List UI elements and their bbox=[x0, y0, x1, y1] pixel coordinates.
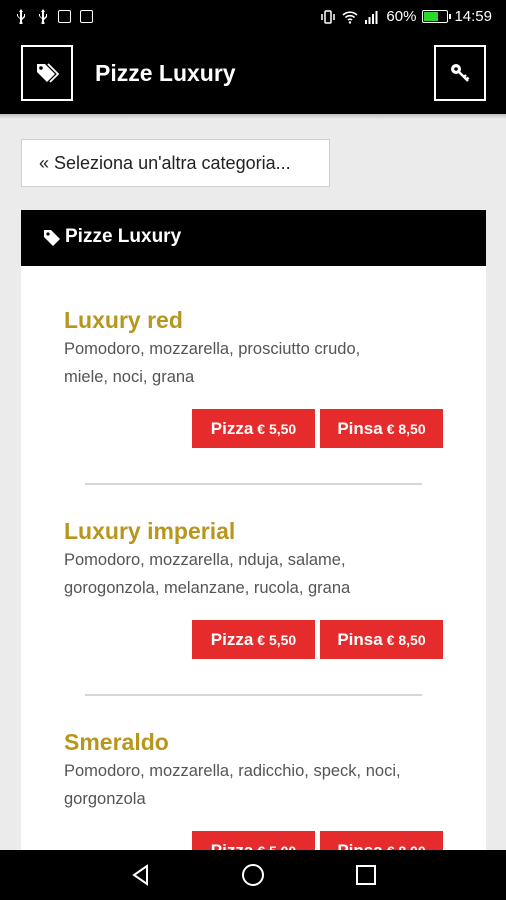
clock: 14:59 bbox=[454, 8, 492, 25]
category-header: Pizze Luxury bbox=[21, 210, 486, 266]
usb-icon bbox=[36, 9, 49, 25]
price-buttons: Pizza € 5,50 Pinsa € 8,50 bbox=[192, 620, 443, 659]
menu-item: Smeraldo Pomodoro, mozzarella, radicchio… bbox=[64, 728, 444, 813]
system-status: 60% 14:59 bbox=[320, 8, 492, 25]
menu-item: Luxury imperial Pomodoro, mozzarella, nd… bbox=[64, 517, 444, 602]
app-bar: Pizze Luxury bbox=[0, 34, 506, 114]
signal-icon bbox=[365, 10, 378, 24]
pinsa-price: € 8,50 bbox=[386, 631, 426, 648]
home-icon[interactable] bbox=[240, 862, 266, 888]
item-name: Luxury red bbox=[64, 307, 183, 333]
item-description: Pomodoro, mozzarella, nduja, salame, gor… bbox=[64, 546, 444, 602]
pinsa-label: Pinsa bbox=[337, 418, 383, 438]
notification-icon bbox=[58, 10, 71, 23]
tag-icon bbox=[44, 230, 60, 246]
item-description: Pomodoro, mozzarella, radicchio, speck, … bbox=[64, 757, 444, 813]
wifi-icon bbox=[342, 10, 358, 24]
select-another-category-button[interactable]: « Seleziona un'altra categoria... bbox=[21, 139, 330, 187]
page-title: Pizze Luxury bbox=[95, 60, 236, 86]
usb-icon bbox=[14, 9, 27, 25]
app-bar-shadow bbox=[0, 114, 506, 119]
item-description-line: gorgonzola bbox=[64, 790, 146, 808]
recents-icon[interactable] bbox=[353, 862, 379, 888]
battery-fill bbox=[424, 12, 438, 21]
divider bbox=[85, 483, 422, 485]
category-title: Pizze Luxury bbox=[65, 226, 182, 247]
categories-button[interactable] bbox=[21, 45, 73, 101]
item-description-line: Pomodoro, mozzarella, prosciutto crudo, bbox=[64, 340, 361, 358]
battery-icon bbox=[422, 10, 452, 23]
back-icon[interactable] bbox=[128, 862, 154, 888]
divider bbox=[85, 694, 422, 696]
pizza-price-button[interactable]: Pizza € 5,50 bbox=[192, 620, 315, 659]
pizza-label: Pizza bbox=[210, 418, 254, 438]
gallery-icon bbox=[80, 10, 93, 23]
pizza-price: € 5,50 bbox=[257, 631, 297, 648]
item-name: Smeraldo bbox=[64, 729, 169, 755]
item-description-line: Pomodoro, mozzarella, nduja, salame, bbox=[64, 551, 346, 569]
price-buttons: Pizza € 5,50 Pinsa € 8,50 bbox=[192, 409, 443, 448]
navigation-bar bbox=[0, 850, 506, 900]
item-description-line: gorogonzola, melanzane, rucola, grana bbox=[64, 579, 351, 597]
vibrate-icon bbox=[321, 9, 336, 24]
pizza-label: Pizza bbox=[210, 629, 254, 649]
pinsa-price: € 8,50 bbox=[386, 420, 426, 437]
tags-icon bbox=[37, 63, 59, 83]
menu-item: Luxury red Pomodoro, mozzarella, prosciu… bbox=[64, 306, 444, 391]
item-description: Pomodoro, mozzarella, prosciutto crudo, … bbox=[64, 335, 444, 391]
item-description-line: Pomodoro, mozzarella, radicchio, speck, … bbox=[64, 762, 401, 780]
login-button[interactable] bbox=[434, 45, 486, 101]
battery-percent: 60% bbox=[386, 8, 417, 25]
pinsa-label: Pinsa bbox=[337, 629, 383, 649]
notification-icons bbox=[14, 9, 93, 25]
pizza-price-button[interactable]: Pizza € 5,50 bbox=[192, 409, 315, 448]
item-name: Luxury imperial bbox=[64, 518, 236, 544]
status-bar: 60% 14:59 bbox=[0, 0, 506, 34]
menu-card: Luxury red Pomodoro, mozzarella, prosciu… bbox=[21, 266, 486, 870]
pizza-price: € 5,50 bbox=[257, 420, 297, 437]
pinsa-price-button[interactable]: Pinsa € 8,50 bbox=[320, 409, 443, 448]
pinsa-price-button[interactable]: Pinsa € 8,50 bbox=[320, 620, 443, 659]
item-description-line: miele, noci, grana bbox=[64, 368, 195, 386]
key-icon bbox=[451, 64, 470, 82]
